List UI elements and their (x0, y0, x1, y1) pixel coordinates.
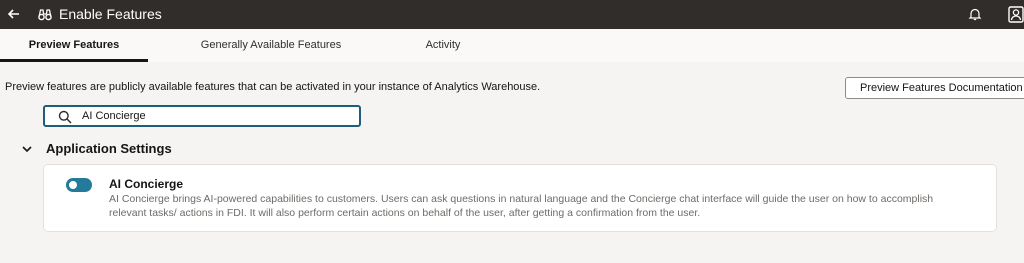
tab-label: Preview Features (28, 39, 120, 51)
feature-description: AI Concierge brings AI-powered capabilit… (109, 193, 934, 219)
app-header: Enable Features (0, 0, 1024, 29)
search-icon (58, 110, 72, 124)
feature-toggle-switch[interactable] (66, 178, 92, 192)
page-title: Enable Features (59, 6, 162, 22)
binoculars-icon (38, 9, 52, 21)
tab-bar: Preview Features Generally Available Fea… (0, 29, 1024, 62)
tab-activity[interactable]: Activity (410, 29, 476, 62)
section-title: Application Settings (46, 141, 172, 156)
user-avatar-icon[interactable] (1008, 6, 1024, 23)
preview-features-documentation-button[interactable]: Preview Features Documentation (845, 77, 1024, 99)
feature-card-ai-concierge: AI Concierge AI Concierge brings AI-powe… (43, 164, 997, 232)
active-tab-indicator (0, 59, 148, 62)
bell-icon[interactable] (968, 7, 982, 21)
tab-label: Generally Available Features (200, 39, 342, 51)
search-input[interactable] (82, 108, 352, 124)
search-box (43, 105, 361, 127)
chevron-down-icon (22, 146, 32, 153)
toggle-knob (69, 181, 77, 189)
tab-preview-features[interactable]: Preview Features (0, 29, 148, 62)
page-description: Preview features are publicly available … (5, 81, 541, 93)
feature-name: AI Concierge (109, 177, 184, 191)
tab-generally-available-features[interactable]: Generally Available Features (180, 29, 362, 62)
tab-label: Activity (425, 39, 461, 51)
arrow-left-icon[interactable] (6, 6, 22, 22)
